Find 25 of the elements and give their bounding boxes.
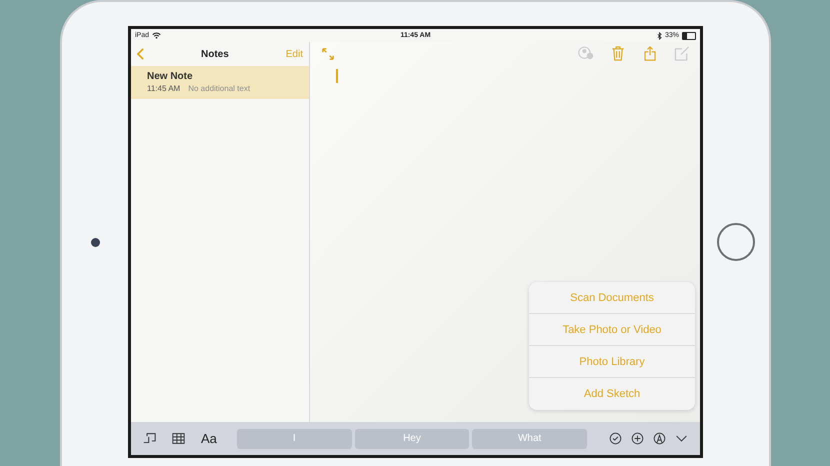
suggestion-button[interactable]: Hey <box>354 428 470 448</box>
menu-item[interactable]: Take Photo or Video <box>529 314 695 346</box>
note-title: New Note <box>147 71 194 82</box>
markup-pen-icon[interactable] <box>653 432 666 445</box>
menu-item[interactable]: Photo Library <box>529 346 695 378</box>
suggestion-button[interactable]: What <box>472 428 588 448</box>
edit-button[interactable]: Edit <box>286 48 303 60</box>
battery-icon <box>682 32 696 40</box>
camera-icon <box>90 238 100 246</box>
text-style-button[interactable]: Aa <box>201 431 217 446</box>
menu-item[interactable]: Scan Documents <box>529 282 695 314</box>
table-icon[interactable] <box>172 432 185 445</box>
text-cursor <box>336 69 338 83</box>
note-preview: No additional text <box>188 84 250 93</box>
bluetooth-icon <box>656 32 662 40</box>
note-list-item[interactable]: New Note 11:45 AM No additional text <box>131 66 309 99</box>
checklist-icon[interactable] <box>609 432 622 445</box>
wifi-icon <box>152 32 162 39</box>
menu-item[interactable]: Add Sketch <box>529 378 695 410</box>
undo-box-icon[interactable] <box>143 432 156 445</box>
suggestion-button[interactable]: I <box>236 428 352 448</box>
note-time: 11:45 AM <box>147 84 180 93</box>
add-icon[interactable] <box>631 432 644 445</box>
sidebar-title: Notes <box>200 48 229 60</box>
home-button[interactable] <box>717 223 755 261</box>
